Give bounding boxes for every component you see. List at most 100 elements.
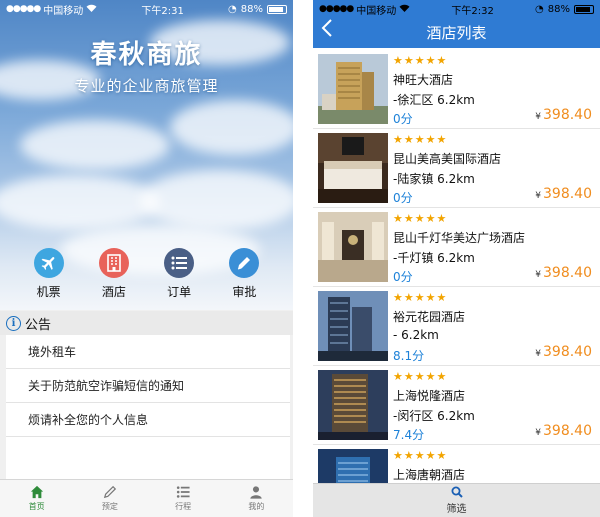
battery-icon — [573, 4, 594, 14]
star-rating: ★★★★★ — [393, 370, 448, 383]
airplane-icon — [33, 248, 64, 278]
star-rating: ★★★★★ — [393, 291, 448, 304]
tab-label: 首页 — [28, 502, 45, 511]
star-rating: ★★★★★ — [393, 449, 448, 462]
feature-label: 审批 — [232, 285, 257, 299]
feature-order-button[interactable]: 订单 — [154, 248, 204, 300]
status-time: 下午2:31 — [141, 5, 184, 17]
star-rating: ★★★★★ — [393, 54, 448, 67]
notice-empty-area — [6, 437, 290, 481]
tab-booking[interactable]: 预定 — [73, 480, 146, 517]
battery-icon — [266, 4, 287, 14]
status-bar: ●●●●● 中国移动 下午2:31 ◔ 88% — [0, 0, 293, 18]
status-bar: ●●●●● 中国移动 下午2:32 ◔ 88% — [313, 0, 600, 18]
hotel-photo — [318, 212, 388, 282]
hotel-item[interactable]: ★★★★★ 上海悦隆酒店 -闵行区 6.2km 7.4分 ¥398.40 — [313, 366, 600, 445]
hotel-item[interactable]: ★★★★★ 昆山千灯华美达广场酒店 -千灯镇 6.2km 0分 ¥398.40 — [313, 208, 600, 287]
app-title: 春秋商旅 — [90, 40, 203, 70]
hotel-item[interactable]: ★★★★★ 神旺大酒店 -徐汇区 6.2km 0分 ¥398.40 — [313, 50, 600, 129]
wifi-icon — [399, 4, 410, 15]
cloud-shape — [140, 170, 293, 230]
hotel-photo — [318, 291, 388, 361]
hotel-icon — [98, 248, 129, 278]
notice-header: i 公告 — [0, 311, 293, 335]
app-slogan: 专业的企业商旅管理 — [74, 77, 219, 95]
hotel-location: - 6.2km — [393, 328, 439, 342]
hotel-list: ★★★★★ 神旺大酒店 -徐汇区 6.2km 0分 ¥398.40 ★★★★★ … — [313, 50, 600, 517]
currency-symbol: ¥ — [535, 112, 541, 122]
hotel-price: ¥398.40 — [535, 423, 592, 439]
cloud-shape — [170, 100, 293, 155]
feature-label: 酒店 — [101, 285, 126, 299]
hotel-score: 0分 — [393, 112, 413, 126]
tab-home[interactable]: 首页 — [0, 480, 73, 517]
hotel-price: ¥398.40 — [535, 344, 592, 360]
signal-icon: ●●●●● — [6, 4, 41, 14]
hotel-list-screen: ●●●●● 中国移动 下午2:32 ◔ 88% 酒店列表 ★★★★★ 神旺大酒店… — [313, 0, 600, 517]
battery-percent: 88% — [547, 3, 570, 15]
search-icon — [451, 486, 463, 498]
tab-label: 预定 — [101, 502, 118, 511]
star-rating: ★★★★★ — [393, 133, 448, 146]
price-value: 398.40 — [543, 265, 592, 281]
hotel-location: -闵行区 6.2km — [393, 409, 475, 423]
hotel-name: 上海悦隆酒店 — [393, 389, 466, 403]
hotel-location: -陆家镇 6.2km — [393, 172, 475, 186]
feature-flight-button[interactable]: 机票 — [24, 248, 74, 300]
feature-hotel-button[interactable]: 酒店 — [89, 248, 139, 300]
pencil-icon — [229, 248, 260, 278]
hotel-item[interactable]: ★★★★★ 昆山美高美国际酒店 -陆家镇 6.2km 0分 ¥398.40 — [313, 129, 600, 208]
notice-item[interactable]: 烦请补全您的个人信息 — [6, 403, 290, 437]
hotel-location: -徐汇区 6.2km — [393, 93, 475, 107]
currency-symbol: ¥ — [535, 270, 541, 280]
currency-symbol: ¥ — [535, 191, 541, 201]
bottom-tab-bar: 首页 预定 行程 我的 — [0, 479, 293, 517]
hotel-location: -千灯镇 6.2km — [393, 251, 475, 265]
hotel-price: ¥398.40 — [535, 186, 592, 202]
user-icon — [250, 486, 263, 499]
battery-percent: 88% — [240, 3, 263, 15]
hotel-price: ¥398.40 — [535, 107, 592, 123]
hotel-score: 0分 — [393, 270, 413, 284]
hotel-item[interactable]: ★★★★★ 裕元花园酒店 - 6.2km 8.1分 ¥398.40 — [313, 287, 600, 366]
hotel-price: ¥398.40 — [535, 265, 592, 281]
nav-bar: ●●●●● 中国移动 下午2:32 ◔ 88% 酒店列表 — [313, 0, 600, 48]
list-icon — [164, 248, 195, 278]
tab-itinerary[interactable]: 行程 — [147, 480, 220, 517]
notice-list: 境外租车 关于防范航空诈骗短信的通知 烦请补全您的个人信息 — [6, 335, 290, 481]
pen-icon — [103, 485, 116, 499]
currency-symbol: ¥ — [535, 428, 541, 438]
home-icon — [30, 485, 43, 499]
home-screen: ●●●●● 中国移动 下午2:31 ◔ 88% 春秋商旅 专业的企业商旅管理 机… — [0, 0, 293, 517]
signal-icon: ●●●●● — [319, 4, 354, 14]
hotel-name: 昆山美高美国际酒店 — [393, 152, 502, 166]
price-value: 398.40 — [543, 107, 592, 123]
currency-symbol: ¥ — [535, 349, 541, 359]
wifi-icon — [86, 4, 97, 15]
info-icon: i — [6, 315, 21, 331]
feature-label: 订单 — [167, 285, 192, 299]
hotel-name: 上海唐朝酒店 — [393, 468, 466, 482]
notice-item[interactable]: 境外租车 — [6, 335, 290, 369]
hotel-score: 7.4分 — [393, 428, 425, 442]
price-value: 398.40 — [543, 186, 592, 202]
price-value: 398.40 — [543, 423, 592, 439]
hotel-name: 神旺大酒店 — [393, 73, 454, 87]
tab-label: 行程 — [175, 502, 192, 511]
feature-menu: 机票 酒店 订单 审批 — [0, 248, 293, 300]
carrier-name: 中国移动 — [43, 5, 84, 17]
notice-item[interactable]: 关于防范航空诈骗短信的通知 — [6, 369, 290, 403]
feature-approval-button[interactable]: 审批 — [219, 248, 269, 300]
carrier-name: 中国移动 — [356, 5, 397, 17]
tab-label: 我的 — [248, 502, 265, 511]
hotel-score: 8.1分 — [393, 349, 425, 363]
feature-label: 机票 — [36, 285, 61, 299]
tab-profile[interactable]: 我的 — [220, 480, 293, 517]
hotel-name: 昆山千灯华美达广场酒店 — [393, 231, 526, 245]
cloud-shape — [0, 175, 160, 230]
filter-button[interactable]: 筛选 — [313, 483, 600, 517]
star-rating: ★★★★★ — [393, 212, 448, 225]
hotel-score: 0分 — [393, 191, 413, 205]
cloud-shape — [20, 120, 170, 170]
hotel-name: 裕元花园酒店 — [393, 310, 466, 324]
